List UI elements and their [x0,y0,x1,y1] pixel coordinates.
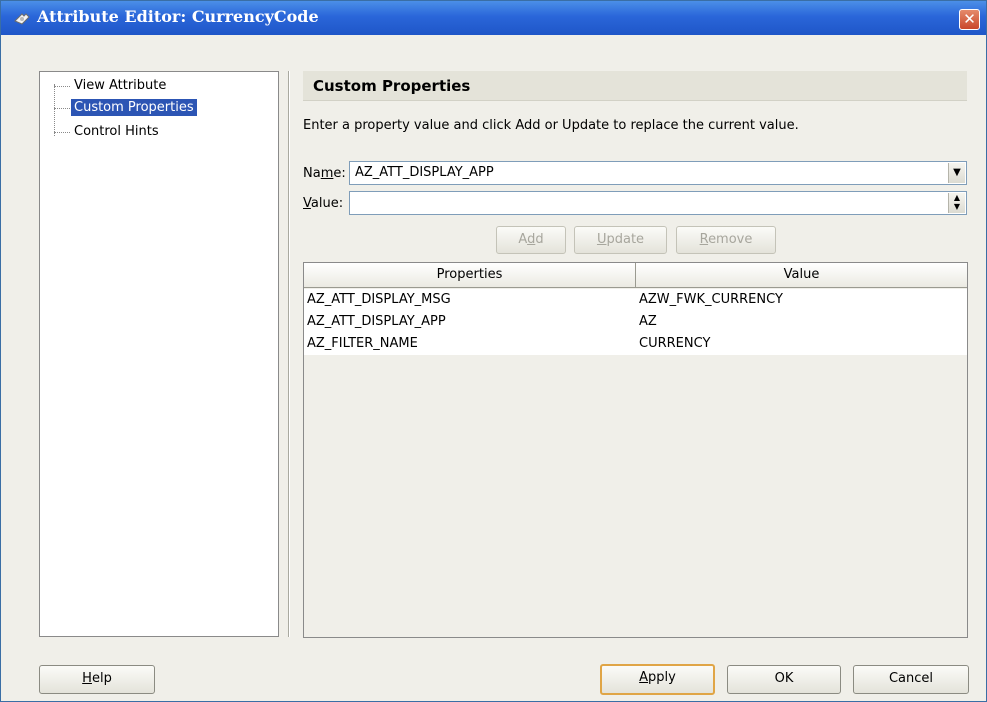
help-button[interactable]: Help [39,665,155,694]
cell-value: CURRENCY [639,336,711,351]
ok-button[interactable]: OK [727,665,841,694]
tree-branch [54,86,70,87]
remove-button-part: emove [708,232,753,247]
table-row[interactable]: AZ_FILTER_NAME CURRENCY [304,333,967,355]
close-button[interactable]: ✕ [959,9,980,30]
section-title: Custom Properties [313,77,471,95]
name-label-part: Na [303,166,321,181]
name-label: Name: [303,166,346,181]
name-label-part: e: [333,166,346,181]
close-icon: ✕ [963,10,976,28]
window-title: Attribute Editor: CurrencyCode [37,7,319,26]
add-button-part: d [535,232,544,247]
apply-button-mnemonic: A [639,670,649,685]
cell-property: AZ_FILTER_NAME [307,336,418,351]
cell-property: AZ_ATT_DISPLAY_APP [307,314,446,329]
instructions-text: Enter a property value and click Add or … [303,118,799,133]
name-combobox[interactable]: AZ_ATT_DISPLAY_APP ▼ [349,161,967,185]
name-value: AZ_ATT_DISPLAY_APP [355,165,494,180]
tree-branch [54,108,70,109]
navigation-tree: View Attribute Custom Properties Control… [39,71,279,637]
name-label-mnemonic: m [320,166,334,181]
tree-branch [54,132,70,133]
cell-value: AZW_FWK_CURRENCY [639,292,783,307]
remove-button-mnemonic: R [699,232,709,247]
cell-property: AZ_ATT_DISPLAY_MSG [307,292,451,307]
attribute-editor-dialog: Attribute Editor: CurrencyCode ✕ View At… [0,0,987,702]
table-row[interactable]: AZ_ATT_DISPLAY_APP AZ [304,311,967,333]
update-button[interactable]: Update [574,226,667,254]
cancel-button[interactable]: Cancel [853,665,969,694]
spinner-icon[interactable]: ▲ ▼ [948,193,965,213]
update-button-part: pdate [606,232,645,247]
remove-button[interactable]: Remove [676,226,776,254]
add-button[interactable]: Add [496,226,566,254]
value-label: Value: [303,196,343,211]
value-label-part: alue: [310,196,344,211]
table-header: Properties Value [304,263,967,288]
properties-table: Properties Value AZ_ATT_DISPLAY_MSG AZW_… [303,262,968,638]
value-label-mnemonic: V [303,196,311,211]
tree-item-label: Control Hints [74,124,159,139]
help-button-part: elp [91,671,112,686]
title-bar[interactable]: Attribute Editor: CurrencyCode ✕ [1,1,986,35]
add-button-part: A [518,232,528,247]
chevron-down-icon[interactable]: ▼ [948,163,965,183]
app-icon [14,13,30,25]
apply-button[interactable]: Apply [600,664,715,695]
tree-item-label: Custom Properties [71,99,197,116]
column-header-value[interactable]: Value [636,263,967,288]
cell-value: AZ [639,314,657,329]
section-header: Custom Properties [303,71,967,101]
apply-button-part: pply [648,670,676,685]
value-input[interactable]: ▲ ▼ [349,191,967,215]
tree-item-label: View Attribute [74,78,167,93]
help-button-mnemonic: H [82,671,92,686]
column-header-properties[interactable]: Properties [304,263,636,288]
tree-connector [54,84,55,136]
table-row[interactable]: AZ_ATT_DISPLAY_MSG AZW_FWK_CURRENCY [304,289,967,311]
panel-splitter[interactable] [288,71,290,637]
